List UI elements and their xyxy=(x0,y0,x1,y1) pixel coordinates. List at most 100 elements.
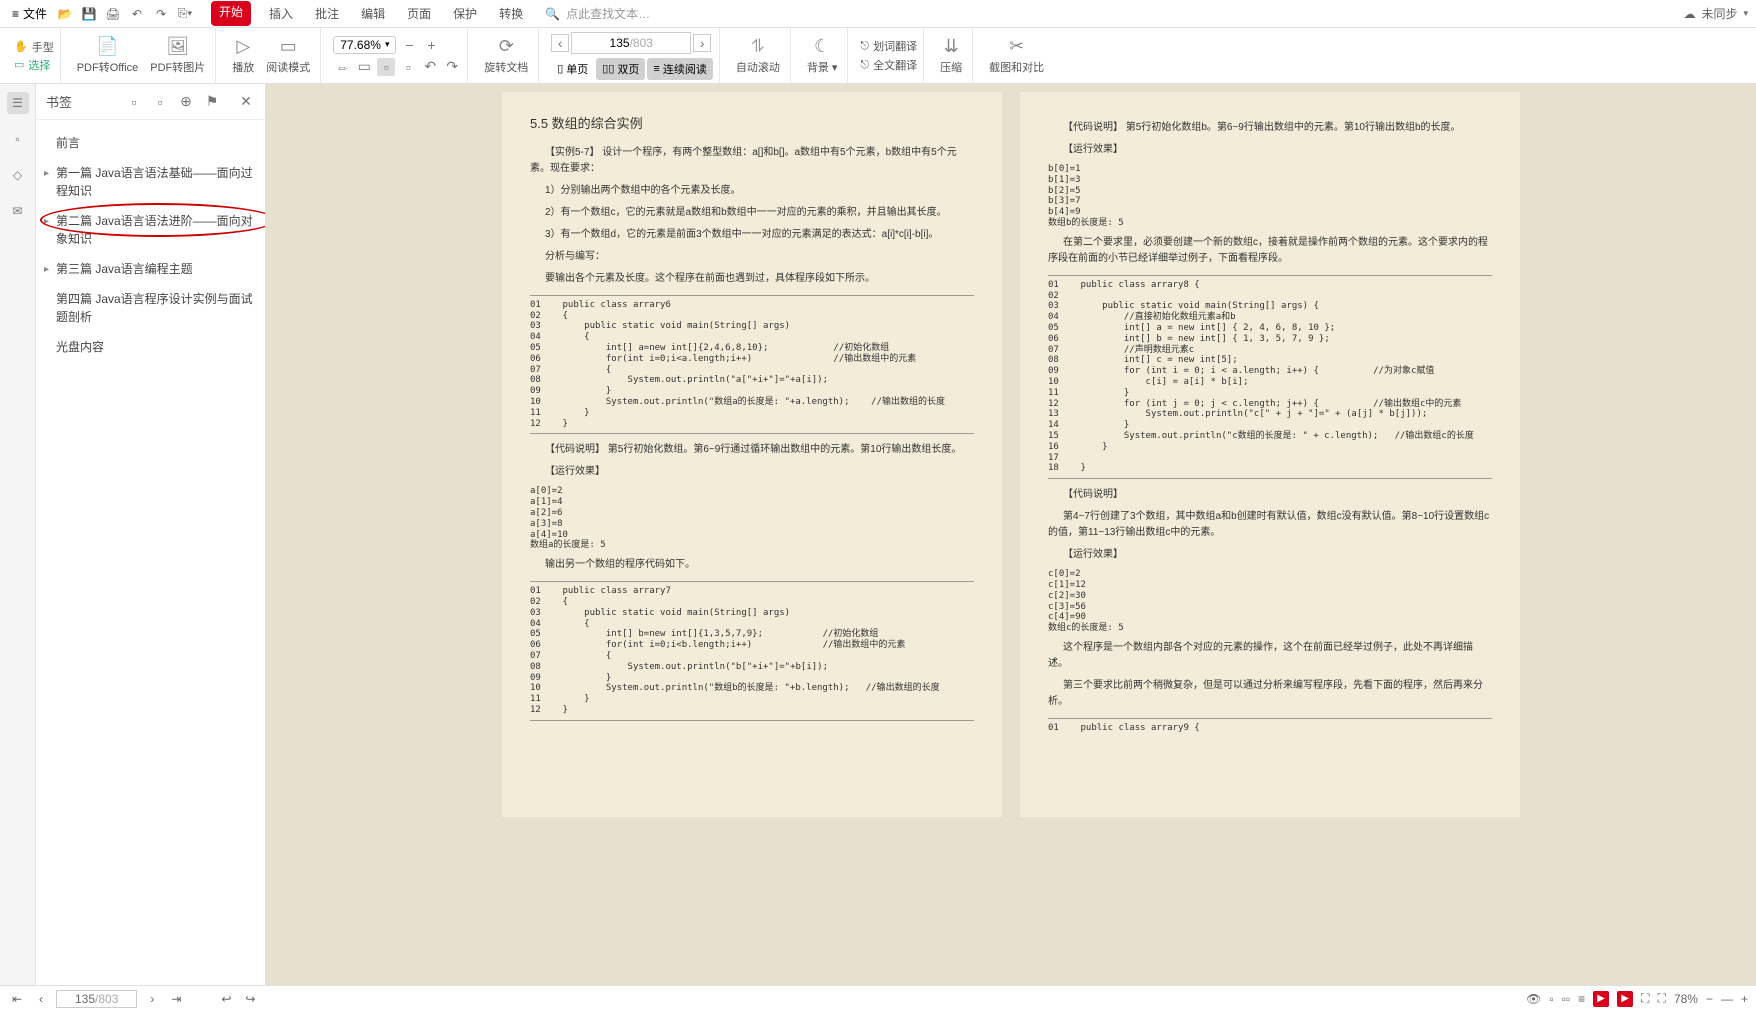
view-double-icon[interactable]: ▫▫ xyxy=(1562,992,1571,1006)
hamburger-icon: ≡ xyxy=(12,7,19,21)
zoom-in-icon[interactable]: + xyxy=(422,36,440,54)
cloud-icon[interactable]: ☁ xyxy=(1683,7,1695,21)
translate-icon: ⎋ xyxy=(860,40,869,53)
next-page-btn[interactable]: › xyxy=(143,992,161,1006)
print-icon[interactable]: 🖨 xyxy=(103,4,123,24)
output-block: a[0]=2 a[1]=4 a[2]=6 a[3]=8 a[4]=10 数组a的… xyxy=(530,486,974,551)
bookmarks-title: 书签 xyxy=(46,92,72,111)
next-page[interactable]: › xyxy=(693,34,711,52)
crop-icon: ✂ xyxy=(1009,36,1024,57)
bm-item-part3[interactable]: 第三篇 Java语言编程主题 xyxy=(42,254,259,284)
hand-tool[interactable]: ✋手型 xyxy=(14,39,54,55)
close-panel-icon[interactable]: ✕ xyxy=(237,93,255,111)
actual-size-icon[interactable]: ▫ xyxy=(377,58,395,76)
export-icon[interactable]: ⎘▾ xyxy=(175,4,195,24)
comments-icon[interactable]: ✉ xyxy=(7,200,29,222)
rotate-icon: ⟳ xyxy=(499,36,514,57)
double-page-icon: ▯▯ xyxy=(602,62,614,75)
zoom-out-btn[interactable]: − xyxy=(1706,992,1713,1006)
para: 在第二个要求里，必须要创建一个新的数组c，接着就是操作前两个数组的元素。这个要求… xyxy=(1048,235,1492,267)
bm-collapse-all-icon[interactable]: ▫ xyxy=(151,93,169,111)
ribbon-tabs: 开始 插入 批注 编辑 页面 保护 转换 xyxy=(211,1,527,26)
search-area[interactable]: 🔍 点此查找文本… xyxy=(545,5,650,22)
tab-start[interactable]: 开始 xyxy=(211,1,251,26)
para: 2）有一个数组c，它的元素就是a数组和b数组中一一对应的元素的乘积，并且输出其长… xyxy=(530,205,974,221)
bm-settings-icon[interactable]: ⚑ xyxy=(203,93,221,111)
fit2-icon[interactable]: ⛶ xyxy=(1658,991,1666,1006)
tab-convert[interactable]: 转换 xyxy=(495,1,527,26)
zoom-slider[interactable]: — xyxy=(1721,992,1733,1006)
view-continuous-icon[interactable]: ≡ xyxy=(1578,992,1585,1006)
page-input[interactable]: 135/803 xyxy=(571,32,691,54)
rotate-doc[interactable]: ⟳旋转文档 xyxy=(480,34,532,77)
double-page-btn[interactable]: ▯▯双页 xyxy=(596,58,645,80)
zoom-out-icon[interactable]: − xyxy=(400,36,418,54)
play-button[interactable]: ▷播放 xyxy=(228,34,258,77)
code-block: 01 public class arrary9 { xyxy=(1048,718,1492,738)
record2-icon[interactable]: ▶ xyxy=(1617,991,1633,1007)
output-block: c[0]=2 c[1]=12 c[2]=30 c[3]=56 c[4]=90 数… xyxy=(1048,569,1492,634)
background[interactable]: ☾背景 ▾ xyxy=(803,34,842,77)
continuous-btn[interactable]: ≡连续阅读 xyxy=(647,58,712,80)
tab-page[interactable]: 页面 xyxy=(403,1,435,26)
first-page-btn[interactable]: ⇤ xyxy=(8,992,26,1006)
tab-annotate[interactable]: 批注 xyxy=(311,1,343,26)
status-page[interactable]: 135/803 xyxy=(56,990,137,1008)
compress[interactable]: ⇊压缩 xyxy=(936,34,966,77)
rotate-right-icon[interactable]: ↷ xyxy=(443,58,461,76)
open-icon[interactable]: 📂 xyxy=(55,4,75,24)
bm-item-part1[interactable]: 第一篇 Java语言语法基础——面向过程知识 xyxy=(42,158,259,206)
history-back-icon[interactable]: ↩ xyxy=(217,992,235,1006)
para: 3）有一个数组d，它的元素是前面3个数组中一一对应的元素满足的表达式：a[i]*… xyxy=(530,227,974,243)
single-page-icon: ▯ xyxy=(557,62,563,75)
fit-icon[interactable]: ⛶ xyxy=(1641,991,1649,1006)
eye-icon[interactable]: 👁 xyxy=(1526,992,1541,1006)
bm-add-icon[interactable]: ⊕ xyxy=(177,93,195,111)
save-icon[interactable]: 💾 xyxy=(79,4,99,24)
chevron-down-icon[interactable]: ▾ xyxy=(1743,8,1748,19)
page-right: 【代码说明】 第5行初始化数组b。第6~9行输出数组中的元素。第10行输出数组b… xyxy=(1020,92,1520,817)
zoom-display: 78% xyxy=(1674,992,1698,1006)
read-mode[interactable]: ▭阅读模式 xyxy=(262,34,314,77)
zoom-level[interactable]: 77.68%▾ xyxy=(333,36,396,54)
bm-item-preface[interactable]: 前言 xyxy=(42,128,259,158)
pdf-image-icon: 🖼 xyxy=(166,36,189,57)
view-single-icon[interactable]: ▫ xyxy=(1549,992,1553,1006)
pdf-to-office[interactable]: 📄PDF转Office xyxy=(73,34,143,77)
fit-width-icon[interactable]: ⇔ xyxy=(333,58,351,76)
bm-item-part2[interactable]: 第二篇 Java语言语法进阶——面向对象知识 xyxy=(42,206,259,254)
record-icon[interactable]: ▶ xyxy=(1593,991,1609,1007)
para: 【实例5-7】 设计一个程序，有两个整型数组：a[]和b[]。a数组中有5个元素… xyxy=(530,145,974,177)
full-translate[interactable]: ⎋全文翻译 xyxy=(860,57,917,73)
moon-icon: ☾ xyxy=(814,36,830,57)
history-fwd-icon[interactable]: ↪ xyxy=(241,992,259,1006)
last-page-btn[interactable]: ⇥ xyxy=(167,992,185,1006)
bm-expand-all-icon[interactable]: ▫ xyxy=(125,93,143,111)
tab-edit[interactable]: 编辑 xyxy=(357,1,389,26)
attachments-icon[interactable]: ◇ xyxy=(7,164,29,186)
select-tool[interactable]: ▭选择 xyxy=(14,57,54,73)
tab-insert[interactable]: 插入 xyxy=(265,1,297,26)
prev-page-btn[interactable]: ‹ xyxy=(32,992,50,1006)
zoom-in-btn[interactable]: + xyxy=(1741,992,1748,1006)
prev-page[interactable]: ‹ xyxy=(551,34,569,52)
document-view[interactable]: 5.5 数组的综合实例 【实例5-7】 设计一个程序，有两个整型数组：a[]和b… xyxy=(266,84,1756,985)
file-menu[interactable]: ≡ 文件 xyxy=(8,5,51,22)
undo-icon[interactable]: ↶ xyxy=(127,4,147,24)
single-page-btn[interactable]: ▯单页 xyxy=(551,58,594,80)
redo-icon[interactable]: ↷ xyxy=(151,4,171,24)
fit-visible-icon[interactable]: ▫ xyxy=(399,58,417,76)
code-block: 01 public class arrary7 02 { 03 public s… xyxy=(530,581,974,721)
bm-item-part4[interactable]: 第四篇 Java语言程序设计实例与面试题剖析 xyxy=(42,284,259,332)
bookmarks-icon[interactable]: ☰ xyxy=(7,92,29,114)
crop-compare[interactable]: ✂截图和对比 xyxy=(985,34,1048,77)
rotate-left-icon[interactable]: ↶ xyxy=(421,58,439,76)
word-translate[interactable]: ⎋划词翻译 xyxy=(860,38,917,54)
pdf-to-image[interactable]: 🖼PDF转图片 xyxy=(146,34,209,77)
thumbnails-icon[interactable]: ▫ xyxy=(7,128,29,150)
tab-protect[interactable]: 保护 xyxy=(449,1,481,26)
fit-page-icon[interactable]: ▭ xyxy=(355,58,373,76)
bm-item-disc[interactable]: 光盘内容 xyxy=(42,332,259,362)
para: 第4~7行创建了3个数组，其中数组a和b创建时有默认值，数组c没有默认值。第8~… xyxy=(1048,509,1492,541)
auto-scroll[interactable]: ⥮自动滚动 xyxy=(732,34,784,77)
